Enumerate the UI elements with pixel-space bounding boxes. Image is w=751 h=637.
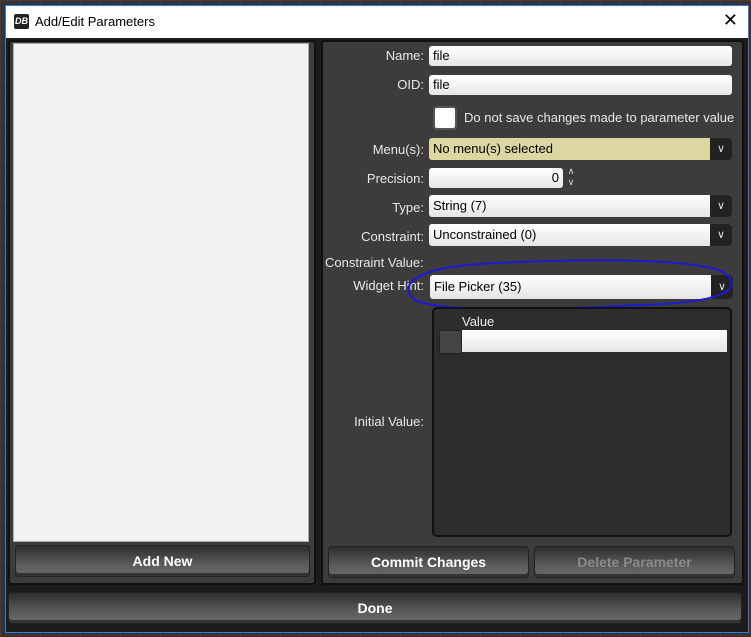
menus-select[interactable]: No menu(s) selected ∨: [429, 138, 732, 160]
close-icon[interactable]: ✕: [723, 10, 738, 31]
type-label: Type:: [392, 200, 424, 215]
name-input[interactable]: file: [429, 46, 732, 66]
add-new-button[interactable]: Add New: [15, 545, 310, 577]
type-value: String (7): [433, 198, 487, 213]
oid-input[interactable]: file: [429, 75, 732, 95]
value-cell[interactable]: [462, 330, 727, 352]
app-logo-icon: DB: [14, 14, 29, 29]
initial-value-table[interactable]: Value: [432, 307, 732, 537]
table-header: Value: [462, 314, 495, 329]
precision-stepper[interactable]: ∧ ∨: [564, 166, 578, 190]
done-button[interactable]: Done: [8, 592, 742, 624]
oid-label: OID:: [397, 77, 424, 92]
row-selector[interactable]: [439, 330, 462, 354]
no-save-checkbox[interactable]: [433, 106, 457, 130]
no-save-label: Do not save changes made to parameter va…: [464, 110, 735, 125]
chevron-down-icon: ∨: [710, 195, 732, 217]
name-label: Name:: [385, 48, 424, 63]
commit-changes-button[interactable]: Commit Changes: [328, 546, 529, 578]
delete-parameter-button: Delete Parameter: [534, 546, 735, 578]
constraint-label: Constraint:: [361, 229, 424, 244]
menus-value: No menu(s) selected: [433, 141, 553, 156]
precision-label: Precision:: [366, 171, 424, 186]
window-title: Add/Edit Parameters: [35, 14, 155, 29]
title-bar: DB Add/Edit Parameters ✕: [6, 6, 748, 38]
menus-label: Menu(s):: [372, 142, 424, 157]
precision-input[interactable]: 0: [429, 168, 563, 188]
type-select[interactable]: String (7) ∨: [429, 195, 732, 217]
constraint-value: Unconstrained (0): [433, 227, 537, 242]
chevron-down-icon: ∨: [710, 138, 732, 160]
parameter-list[interactable]: [13, 43, 309, 542]
chevron-down-icon: ∨: [710, 224, 732, 246]
precision-value: 0: [551, 170, 559, 185]
initial-value-label: Initial Value:: [354, 414, 424, 429]
constraint-select[interactable]: Unconstrained (0) ∨: [429, 224, 732, 246]
